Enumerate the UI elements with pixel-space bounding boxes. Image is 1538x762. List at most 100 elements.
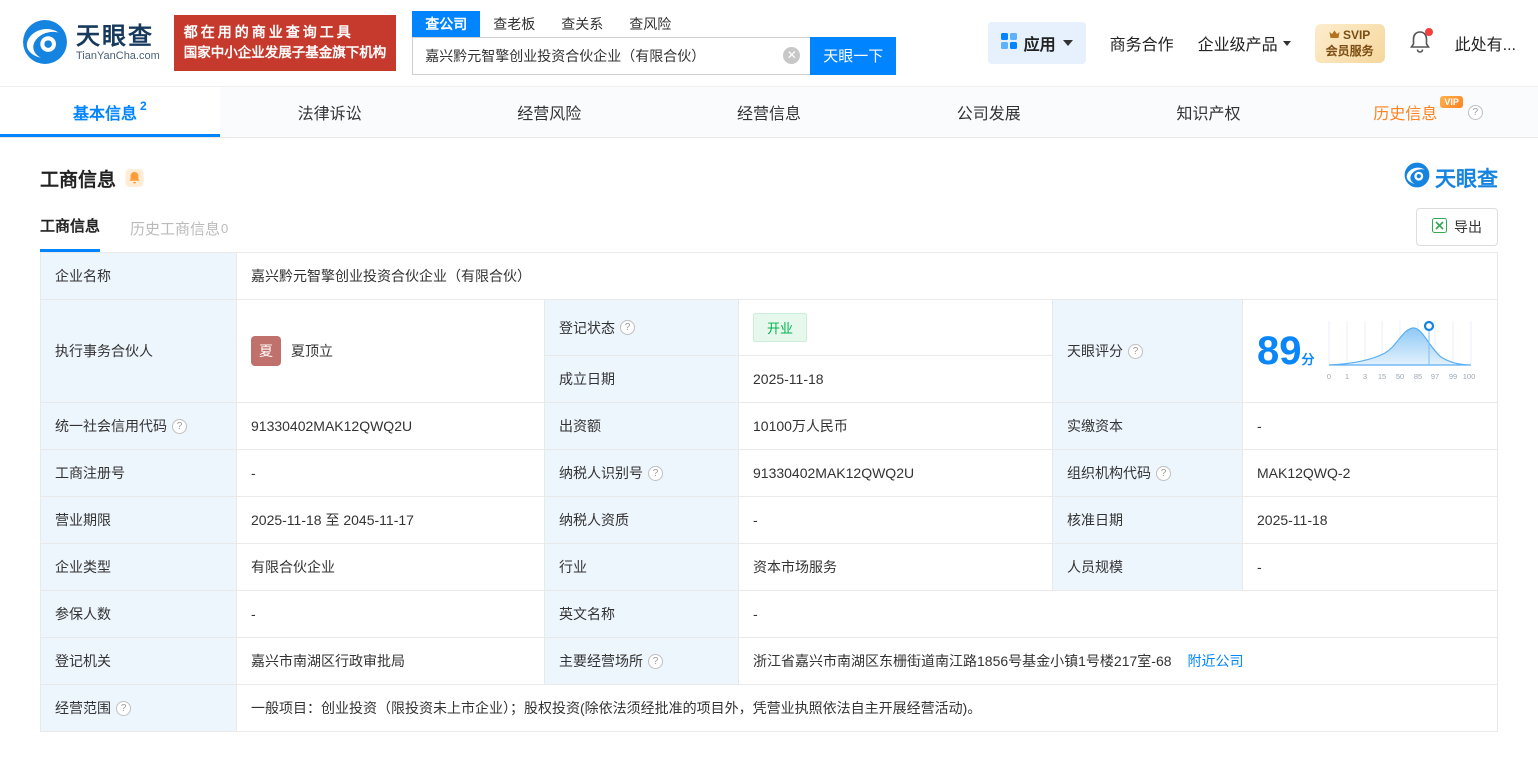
business-address-value: 浙江省嘉兴市南湖区东栅街道南江路1856号基金小镇1号楼217室-68 附近公司	[739, 638, 1498, 685]
help-icon[interactable]: ?	[116, 701, 131, 716]
nav-tab-intellectual-property[interactable]: 知识产权	[1099, 87, 1319, 137]
svip-member-button[interactable]: SVIP 会员服务	[1315, 24, 1385, 63]
table-row: 参保人数 - 英文名称 -	[41, 591, 1498, 638]
svg-text:85: 85	[1413, 372, 1421, 381]
nav-tab-label: 基本信息	[73, 100, 137, 124]
search-tab-risk[interactable]: 查风险	[616, 11, 684, 37]
approval-date-label: 核准日期	[1053, 497, 1243, 544]
search-area: 查公司 查老板 查关系 查风险 ✕ 天眼一下	[412, 12, 896, 75]
help-icon[interactable]: ?	[1468, 105, 1483, 120]
chevron-down-icon	[1063, 40, 1073, 46]
help-icon[interactable]: ?	[1128, 344, 1143, 359]
table-row: 企业类型 有限合伙企业 行业 资本市场服务 人员规模 -	[41, 544, 1498, 591]
staff-size-label: 人员规模	[1053, 544, 1243, 591]
promo-line1: 都在用的商业查询工具	[184, 22, 387, 44]
svip-label: SVIP	[1343, 28, 1370, 42]
sub-tab-label: 工商信息	[40, 215, 100, 236]
taxpayer-quality-label: 纳税人资质	[545, 497, 739, 544]
staff-size-value: -	[1243, 544, 1498, 591]
label-text: 经营范围	[55, 698, 111, 718]
company-name-label: 企业名称	[41, 253, 237, 300]
paid-capital-value: -	[1243, 403, 1498, 450]
search-tab-relation[interactable]: 查关系	[548, 11, 616, 37]
insured-count-label: 参保人数	[41, 591, 237, 638]
notification-bell-icon[interactable]	[1409, 30, 1431, 57]
nav-tab-history-info[interactable]: 历史信息 VIP ?	[1318, 87, 1538, 137]
company-type-value: 有限合伙企业	[237, 544, 545, 591]
nav-tab-operating-risk[interactable]: 经营风险	[439, 87, 659, 137]
table-row: 工商注册号 - 纳税人识别号 ? 91330402MAK12QWQ2U 组织机构…	[41, 450, 1498, 497]
help-icon[interactable]: ?	[648, 654, 663, 669]
sub-tab-label: 历史工商信息	[130, 218, 220, 239]
nav-tab-operating-info[interactable]: 经营信息	[659, 87, 879, 137]
search-box: ✕ 天眼一下	[412, 37, 896, 75]
export-label: 导出	[1454, 217, 1482, 237]
credit-code-value: 91330402MAK12QWQ2U	[237, 403, 545, 450]
executive-partner-value: 夏 夏顶立	[237, 300, 545, 403]
page-title: 工商信息	[40, 165, 116, 192]
watermark-logo-icon	[1404, 162, 1430, 194]
address-text: 浙江省嘉兴市南湖区东栅街道南江路1856号基金小镇1号楼217室-68	[753, 653, 1172, 669]
enterprise-products-label: 企业级产品	[1198, 31, 1278, 55]
help-icon[interactable]: ?	[648, 466, 663, 481]
search-tab-boss[interactable]: 查老板	[480, 11, 548, 37]
nav-tab-legal[interactable]: 法律诉讼	[220, 87, 440, 137]
org-code-label: 组织机构代码 ?	[1053, 450, 1243, 497]
nav-tab-label: 历史信息	[1373, 100, 1437, 124]
help-icon[interactable]: ?	[620, 320, 635, 335]
main-content: 工商信息 天眼查 工商信息 历史工商信息	[0, 138, 1538, 762]
svg-text:100: 100	[1462, 372, 1474, 381]
search-input-wrap: ✕	[412, 37, 810, 75]
section-head: 工商信息 天眼查	[40, 162, 1498, 194]
executive-partner-label: 执行事务合伙人	[41, 300, 237, 403]
established-date-label: 成立日期	[545, 356, 739, 403]
help-icon[interactable]: ?	[172, 419, 187, 434]
registration-number-label: 工商注册号	[41, 450, 237, 497]
apps-button[interactable]: 应用	[988, 22, 1086, 64]
nav-tab-count: 2	[140, 99, 147, 113]
business-cooperation-link[interactable]: 商务合作	[1110, 31, 1174, 55]
enterprise-products-link[interactable]: 企业级产品	[1198, 31, 1291, 55]
registration-status-label: 登记状态 ?	[545, 300, 739, 356]
sub-tab-history-business-info[interactable]: 历史工商信息 0	[130, 218, 228, 252]
sub-tab-business-info[interactable]: 工商信息	[40, 215, 100, 252]
search-input[interactable]	[413, 38, 810, 74]
partner-avatar[interactable]: 夏	[251, 336, 281, 366]
insured-count-value: -	[237, 591, 545, 638]
taxpayer-quality-value: -	[739, 497, 1053, 544]
tianyan-score-value: 89分	[1243, 300, 1498, 403]
capital-value: 10100万人民币	[739, 403, 1053, 450]
nav-tab-basic-info[interactable]: 基本信息 2	[0, 87, 220, 137]
search-tabs: 查公司 查老板 查关系 查风险	[412, 12, 896, 37]
label-text: 天眼评分	[1067, 341, 1123, 361]
export-button[interactable]: 导出	[1416, 208, 1498, 246]
business-address-label: 主要经营场所 ?	[545, 638, 739, 685]
excel-icon	[1432, 218, 1447, 236]
tianyancha-logo[interactable]: 天眼查 TianYanCha.com	[22, 19, 160, 68]
table-row: 执行事务合伙人 夏 夏顶立 登记状态 ? 开业	[41, 300, 1498, 356]
apps-label: 应用	[1024, 31, 1056, 55]
registry-authority-value: 嘉兴市南湖区行政审批局	[237, 638, 545, 685]
table-row: 经营范围 ? 一般项目：创业投资（限投资未上市企业）；股权投资(除依法须经批准的…	[41, 685, 1498, 732]
search-tab-company[interactable]: 查公司	[412, 11, 480, 37]
score-distribution-chart: 0 1 3 15 50 85 97 99 100	[1325, 317, 1475, 385]
label-text: 主要经营场所	[559, 651, 643, 671]
paid-capital-label: 实缴资本	[1053, 403, 1243, 450]
nav-tab-company-development[interactable]: 公司发展	[879, 87, 1099, 137]
search-button[interactable]: 天眼一下	[810, 37, 896, 75]
help-icon[interactable]: ?	[1156, 466, 1171, 481]
chevron-down-icon	[1283, 41, 1291, 46]
alert-bell-icon[interactable]	[125, 168, 144, 188]
partner-name-link[interactable]: 夏顶立	[291, 341, 333, 361]
account-menu[interactable]: 此处有...	[1455, 31, 1516, 55]
business-scope-label: 经营范围 ?	[41, 685, 237, 732]
nearby-companies-link[interactable]: 附近公司	[1188, 653, 1244, 669]
label-text: 统一社会信用代码	[55, 416, 167, 436]
notification-dot	[1425, 28, 1433, 36]
svg-text:99: 99	[1448, 372, 1456, 381]
sub-tabs: 工商信息 历史工商信息 0 导出	[40, 212, 1498, 252]
header-right: 应用 商务合作 企业级产品 SVIP 会员服务 此处有...	[988, 22, 1516, 64]
established-date-value: 2025-11-18	[739, 356, 1053, 403]
industry-label: 行业	[545, 544, 739, 591]
registration-status-value: 开业	[739, 300, 1053, 356]
